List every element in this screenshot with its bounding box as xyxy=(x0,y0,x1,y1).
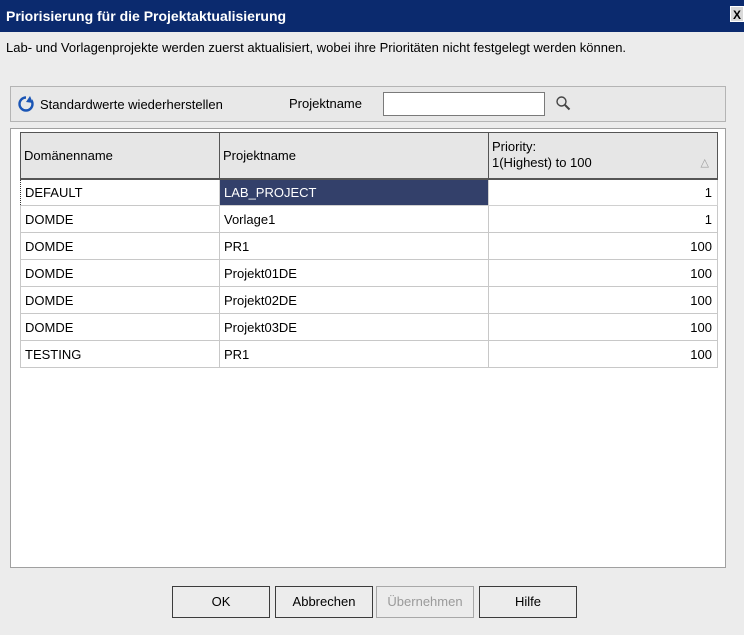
restore-defaults-button[interactable]: Standardwerte wiederherstellen xyxy=(17,95,223,113)
cell-project[interactable]: Vorlage1 xyxy=(219,205,489,233)
cell-domain[interactable]: DOMDE xyxy=(20,313,220,341)
cell-project[interactable]: Projekt02DE xyxy=(219,286,489,314)
table-row[interactable]: DOMDE PR1 100 xyxy=(20,232,718,260)
cell-priority[interactable]: 1 xyxy=(488,178,718,206)
column-header-priority[interactable]: Priority: 1(Highest) to 100 △ xyxy=(488,132,718,180)
cell-domain[interactable]: DEFAULT xyxy=(20,178,220,206)
priority-dialog: Priorisierung für die Projektaktualisier… xyxy=(0,0,744,635)
cell-project[interactable]: PR1 xyxy=(219,232,489,260)
sort-ascending-icon: △ xyxy=(700,157,709,169)
table-row[interactable]: TESTING PR1 100 xyxy=(20,340,718,368)
cancel-button[interactable]: Abbrechen xyxy=(275,586,373,618)
cell-priority[interactable]: 1 xyxy=(488,205,718,233)
info-text: Lab- und Vorlagenprojekte werden zuerst … xyxy=(6,40,627,55)
table-row[interactable]: DOMDE Projekt02DE 100 xyxy=(20,286,718,314)
apply-button: Übernehmen xyxy=(376,586,474,618)
restore-defaults-label: Standardwerte wiederherstellen xyxy=(40,96,223,112)
cell-project[interactable]: Projekt01DE xyxy=(219,259,489,287)
help-button[interactable]: Hilfe xyxy=(479,586,577,618)
cell-priority[interactable]: 100 xyxy=(488,286,718,314)
magnifier-icon[interactable] xyxy=(555,95,571,111)
close-button[interactable]: X xyxy=(730,6,744,22)
priority-header-line2: 1(Highest) to 100 xyxy=(492,155,592,171)
column-header-project[interactable]: Projektname xyxy=(219,132,489,180)
cell-domain[interactable]: DOMDE xyxy=(20,259,220,287)
button-bar: OK Abbrechen Übernehmen Hilfe xyxy=(0,586,744,622)
cell-priority[interactable]: 100 xyxy=(488,232,718,260)
table-row[interactable]: DOMDE Projekt01DE 100 xyxy=(20,259,718,287)
cell-project[interactable]: Projekt03DE xyxy=(219,313,489,341)
cell-priority[interactable]: 100 xyxy=(488,313,718,341)
cell-priority[interactable]: 100 xyxy=(488,340,718,368)
priority-table-panel: Domänenname Projektname Priority: 1(High… xyxy=(10,128,726,568)
cell-domain[interactable]: DOMDE xyxy=(20,286,220,314)
refresh-icon xyxy=(18,96,34,112)
project-name-search-input[interactable] xyxy=(383,92,545,116)
title-bar[interactable]: Priorisierung für die Projektaktualisier… xyxy=(0,0,744,32)
dialog-title: Priorisierung für die Projektaktualisier… xyxy=(6,8,287,24)
cell-project[interactable]: PR1 xyxy=(219,340,489,368)
cell-domain[interactable]: DOMDE xyxy=(20,205,220,233)
cell-priority[interactable]: 100 xyxy=(488,259,718,287)
toolbar: Standardwerte wiederherstellen Projektna… xyxy=(10,86,726,122)
table-row[interactable]: DEFAULT LAB_PROJECT 1 xyxy=(20,178,718,206)
column-header-domain[interactable]: Domänenname xyxy=(20,132,220,180)
cell-domain[interactable]: DOMDE xyxy=(20,232,220,260)
table-row[interactable]: DOMDE Projekt03DE 100 xyxy=(20,313,718,341)
priority-table: Domänenname Projektname Priority: 1(High… xyxy=(20,132,718,368)
priority-header-line1: Priority: xyxy=(492,139,537,155)
cell-domain[interactable]: TESTING xyxy=(20,340,220,368)
project-name-label: Projektname xyxy=(289,96,362,111)
table-row[interactable]: DOMDE Vorlage1 1 xyxy=(20,205,718,233)
table-header-row: Domänenname Projektname Priority: 1(High… xyxy=(20,132,718,180)
ok-button[interactable]: OK xyxy=(172,586,270,618)
cell-project[interactable]: LAB_PROJECT xyxy=(219,178,489,206)
